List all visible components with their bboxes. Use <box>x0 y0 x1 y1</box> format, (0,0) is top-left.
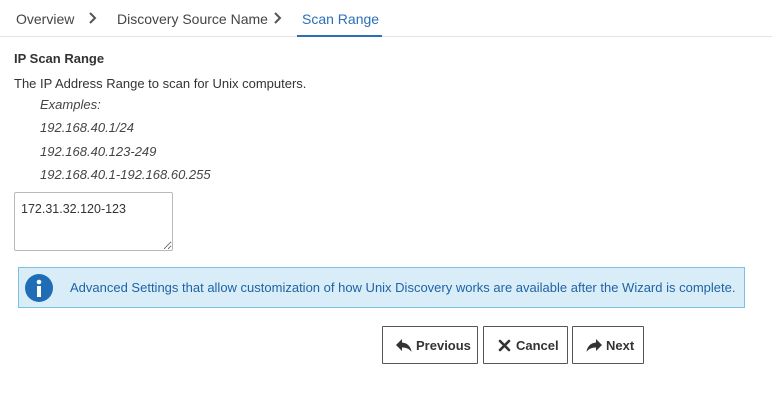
example-item: 192.168.40.123-249 <box>40 144 157 159</box>
reply-arrow-icon <box>396 339 412 352</box>
section-title: IP Scan Range <box>14 51 105 66</box>
next-label: Next <box>606 338 635 353</box>
breadcrumb: Overview Discovery Source Name Scan Rang… <box>0 0 772 37</box>
example-item: 192.168.40.1/24 <box>40 120 134 135</box>
examples-heading: Examples: <box>40 97 101 112</box>
cancel-label: Cancel <box>516 338 559 353</box>
info-alert: Advanced Settings that allow customizati… <box>18 267 745 308</box>
breadcrumb-item-scan-range[interactable]: Scan Range <box>297 11 383 37</box>
chevron-right-icon <box>274 12 282 24</box>
info-text: Advanced Settings that allow customizati… <box>70 280 736 295</box>
previous-label: Previous <box>416 338 471 353</box>
previous-button[interactable]: Previous <box>382 326 478 364</box>
info-icon <box>25 274 53 302</box>
next-button[interactable]: Next <box>572 326 644 364</box>
breadcrumb-item-overview[interactable]: Overview <box>16 11 74 27</box>
example-item: 192.168.40.1-192.168.60.255 <box>40 167 211 182</box>
close-icon <box>498 339 511 352</box>
forward-arrow-icon <box>586 339 602 352</box>
chevron-right-icon <box>89 12 97 24</box>
section-description: The IP Address Range to scan for Unix co… <box>14 76 307 91</box>
ip-range-input[interactable] <box>14 192 173 251</box>
breadcrumb-item-discovery-source-name[interactable]: Discovery Source Name <box>117 11 268 27</box>
cancel-button[interactable]: Cancel <box>483 326 568 364</box>
